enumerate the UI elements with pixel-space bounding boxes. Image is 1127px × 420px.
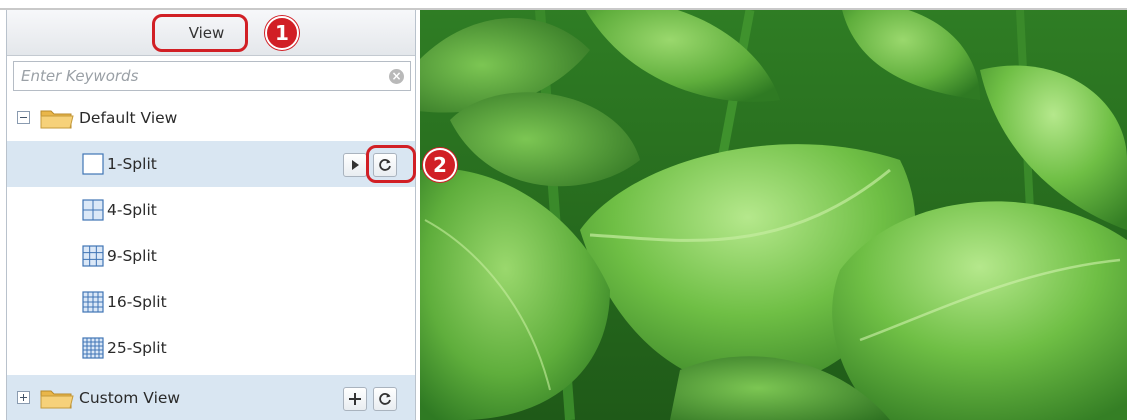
folder-icon xyxy=(40,110,74,129)
tree-item-split[interactable]: 4-Split xyxy=(7,187,415,233)
search-input[interactable] xyxy=(14,62,410,90)
tree-item-split[interactable]: 16-Split xyxy=(7,279,415,325)
tree-item-split[interactable]: 1-Split xyxy=(7,141,415,187)
split-grid-icon xyxy=(82,245,104,267)
play-icon xyxy=(352,160,359,170)
tree-item-label: 1-Split xyxy=(107,155,157,173)
tree-node-label: Default View xyxy=(79,109,178,127)
plus-icon xyxy=(349,393,361,405)
view-panel: View × Default View 1-Split4-Split9-Spli… xyxy=(6,10,416,420)
folder-icon xyxy=(40,390,74,409)
live-video-image xyxy=(420,10,1127,420)
tree-node-label: Custom View xyxy=(79,389,181,407)
search-box: × xyxy=(13,61,411,91)
refresh-custom-button[interactable] xyxy=(373,387,397,411)
tree-item-split[interactable]: 9-Split xyxy=(7,233,415,279)
tree-item-split[interactable]: 25-Split xyxy=(7,325,415,371)
tree-item-label: 4-Split xyxy=(107,201,157,219)
refresh-icon xyxy=(379,393,391,405)
split-grid-icon xyxy=(82,337,104,359)
collapse-toggle[interactable] xyxy=(17,111,30,124)
callout-highlight-refresh-button xyxy=(366,145,416,183)
split-grid-icon xyxy=(82,153,104,175)
split-grid-icon xyxy=(82,291,104,313)
clear-search-icon[interactable]: × xyxy=(389,69,404,84)
tree-item-label: 9-Split xyxy=(107,247,157,265)
tree-item-label: 16-Split xyxy=(107,293,167,311)
play-button[interactable] xyxy=(343,153,367,177)
tree-node-custom-view[interactable]: Custom View xyxy=(7,375,415,420)
add-view-button[interactable] xyxy=(343,387,367,411)
expand-toggle[interactable] xyxy=(17,391,30,404)
tree-item-label: 25-Split xyxy=(107,339,167,357)
tree-node-default-view[interactable]: Default View xyxy=(7,95,415,141)
callout-badge-1: 1 xyxy=(265,16,299,50)
callout-highlight-view-tab xyxy=(152,14,248,52)
callout-badge-2: 2 xyxy=(423,148,457,182)
video-window[interactable] xyxy=(420,10,1127,420)
split-grid-icon xyxy=(82,199,104,221)
